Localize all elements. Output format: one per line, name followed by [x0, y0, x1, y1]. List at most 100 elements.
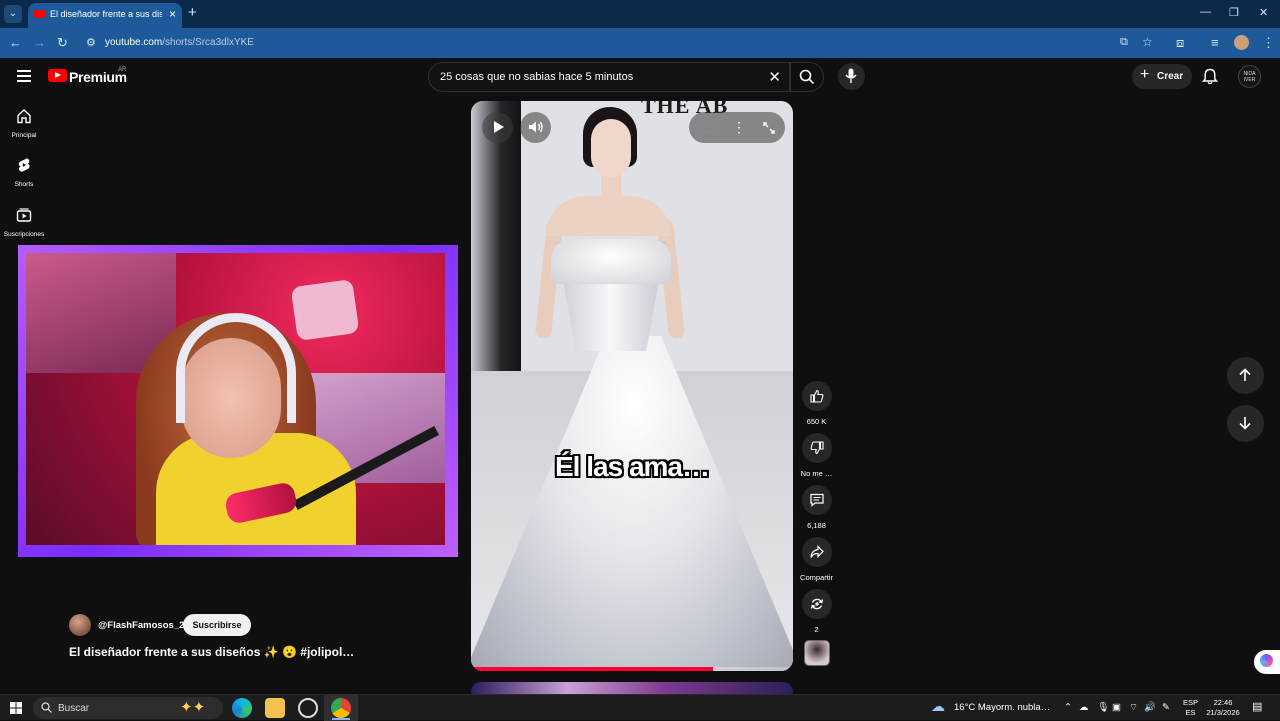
- play-button[interactable]: [482, 112, 513, 143]
- new-tab-icon[interactable]: +: [188, 4, 197, 21]
- youtube-favicon-icon: [34, 10, 45, 18]
- display-icon[interactable]: ▣: [1112, 702, 1121, 713]
- sidebar-item-label: Shorts: [14, 181, 34, 188]
- youtube-logo-icon[interactable]: [48, 69, 67, 82]
- url-text: youtube.com/shorts/Srca3dlxYKE: [105, 37, 254, 48]
- extensions-icon[interactable]: ⧈: [1176, 35, 1184, 51]
- cloud-sync-icon[interactable]: ☁: [1079, 702, 1089, 713]
- webcam-feed: [26, 253, 445, 545]
- reload-icon[interactable]: ↻: [57, 35, 68, 51]
- install-app-icon[interactable]: ⧉: [1120, 36, 1128, 49]
- progress-fill: [471, 667, 713, 671]
- browser-tab-active[interactable]: El diseñador frente a sus diseños ✨ 😮 #j…: [28, 3, 182, 28]
- youtube-header: Premium AR 25 cosas que no sabias hace 5…: [0, 58, 1280, 96]
- browser-tab-strip: ⌄ El diseñador frente a sus diseños ✨ 😮 …: [0, 0, 1280, 28]
- comment-count: 6,188: [807, 521, 826, 530]
- chrome-menu-icon[interactable]: ⋮: [1262, 35, 1275, 51]
- subscribe-button[interactable]: Suscribirse: [183, 614, 251, 636]
- search-button[interactable]: [790, 62, 824, 92]
- chrome-taskbar-slot[interactable]: [324, 695, 358, 721]
- dislike-label: No me …: [800, 469, 833, 478]
- previous-short-button[interactable]: [1227, 357, 1264, 394]
- sidebar-item-principal[interactable]: Principal: [0, 108, 48, 139]
- minimize-icon[interactable]: —: [1200, 6, 1211, 18]
- comments-button[interactable]: 6,188: [798, 485, 835, 530]
- play-icon: [494, 121, 504, 133]
- weather-icon[interactable]: ☁: [931, 698, 945, 715]
- search-query: 25 cosas que no sabias hace 5 minutos: [440, 71, 634, 83]
- country-code: AR: [118, 67, 127, 73]
- mic-tray-icon[interactable]: 🎙: [1097, 702, 1109, 713]
- sidebar-item-shorts[interactable]: Shorts: [0, 157, 48, 188]
- search-input[interactable]: 25 cosas que no sabias hace 5 minutos ✕: [428, 62, 790, 92]
- pen-icon[interactable]: ✎: [1162, 702, 1170, 713]
- site-info-icon[interactable]: ⚙: [86, 36, 96, 49]
- subscriptions-icon: [16, 208, 32, 222]
- search-icon: [41, 702, 52, 713]
- svg-text:CC: CC: [702, 126, 710, 132]
- next-short-preview[interactable]: [471, 682, 793, 694]
- like-button[interactable]: 650 K: [798, 381, 835, 426]
- voice-search-button[interactable]: [838, 63, 865, 90]
- notification-center-icon[interactable]: ▤: [1252, 700, 1262, 713]
- create-button[interactable]: + Crear: [1132, 64, 1192, 89]
- volume-button[interactable]: [520, 112, 551, 143]
- remix-button[interactable]: 2: [798, 589, 835, 634]
- time: 22:46: [1213, 698, 1233, 707]
- sidebar-item-label: Suscripciones: [3, 231, 45, 238]
- taskbar-search[interactable]: Buscar ✦✦: [33, 697, 223, 719]
- search-icon: [799, 69, 815, 85]
- sound-thumbnail[interactable]: [804, 640, 830, 666]
- share-button[interactable]: Compartir: [798, 537, 835, 582]
- profile-avatar[interactable]: [1234, 35, 1249, 50]
- weather-text[interactable]: 16°C Mayorm. nubla…: [954, 702, 1050, 713]
- video-caption: Él las ama…: [555, 451, 710, 482]
- browser-toolbar: ← → ↻ ⚙ youtube.com/shorts/Srca3dlxYKE ⧉…: [0, 28, 1280, 58]
- tab-close-icon[interactable]: ×: [169, 7, 176, 21]
- channel-avatar[interactable]: [69, 614, 91, 636]
- input-language[interactable]: ESP ES: [1183, 698, 1198, 718]
- bookmark-star-icon[interactable]: ☆: [1142, 35, 1153, 49]
- shorts-icon: [18, 158, 30, 172]
- obs-icon[interactable]: [298, 698, 318, 718]
- clock[interactable]: 22:46 21/3/2026: [1205, 698, 1241, 718]
- file-explorer-icon[interactable]: [265, 698, 285, 718]
- notifications-bell-icon[interactable]: [1202, 68, 1218, 85]
- clear-search-icon[interactable]: ✕: [768, 68, 781, 86]
- speaker-icon[interactable]: 🔊: [1144, 702, 1156, 713]
- thumbs-up-icon: [809, 389, 823, 403]
- windows-taskbar: Buscar ✦✦ ☁ 16°C Mayorm. nubla… ⌃ ☁ 🎙 ▣ …: [0, 694, 1280, 721]
- assistant-icon: [1260, 654, 1273, 667]
- windows-start-icon[interactable]: [10, 702, 22, 714]
- assistant-bubble[interactable]: [1254, 650, 1280, 674]
- sidebar-item-suscripciones[interactable]: Suscripciones: [0, 207, 48, 238]
- tray-overflow-icon[interactable]: ⌃: [1064, 702, 1072, 713]
- more-options-icon[interactable]: ⋮: [732, 119, 746, 136]
- edge-icon[interactable]: [232, 698, 252, 718]
- address-bar[interactable]: ⚙ youtube.com/shorts/Srca3dlxYKE ⧉ ☆: [80, 32, 1180, 54]
- back-icon[interactable]: ←: [9, 35, 22, 50]
- account-avatar[interactable]: NIDA IVER: [1238, 65, 1261, 88]
- captions-icon[interactable]: CC: [699, 123, 713, 133]
- shorts-video-player[interactable]: THE AB Él las ama… CC ⋮: [471, 101, 793, 671]
- volume-icon: [529, 121, 543, 133]
- short-title[interactable]: El diseñador frente a sus diseños ✨ 😮 #j…: [69, 645, 354, 659]
- dislike-button[interactable]: No me …: [798, 433, 835, 478]
- forward-icon[interactable]: →: [33, 35, 46, 50]
- microphone-icon: [845, 68, 857, 83]
- thumbs-down-icon: [810, 441, 824, 455]
- video-progress-bar[interactable]: [471, 667, 793, 671]
- next-short-button[interactable]: [1227, 405, 1264, 442]
- tab-search-chevron-icon[interactable]: ⌄: [4, 5, 22, 23]
- restore-icon[interactable]: ❐: [1229, 6, 1239, 19]
- channel-name[interactable]: @FlashFamosos_2: [98, 620, 184, 631]
- network-icon[interactable]: ⌔: [1129, 702, 1138, 713]
- window-close-icon[interactable]: ✕: [1259, 6, 1268, 19]
- media-controls-icon[interactable]: ≡: [1211, 35, 1219, 50]
- menu-icon[interactable]: [17, 70, 31, 82]
- share-icon: [809, 545, 824, 558]
- arrow-down-icon: [1239, 417, 1251, 430]
- tab-title: El diseñador frente a sus diseños ✨ 😮 #j…: [50, 9, 162, 19]
- fullscreen-icon[interactable]: [763, 122, 775, 134]
- home-icon: [17, 109, 31, 124]
